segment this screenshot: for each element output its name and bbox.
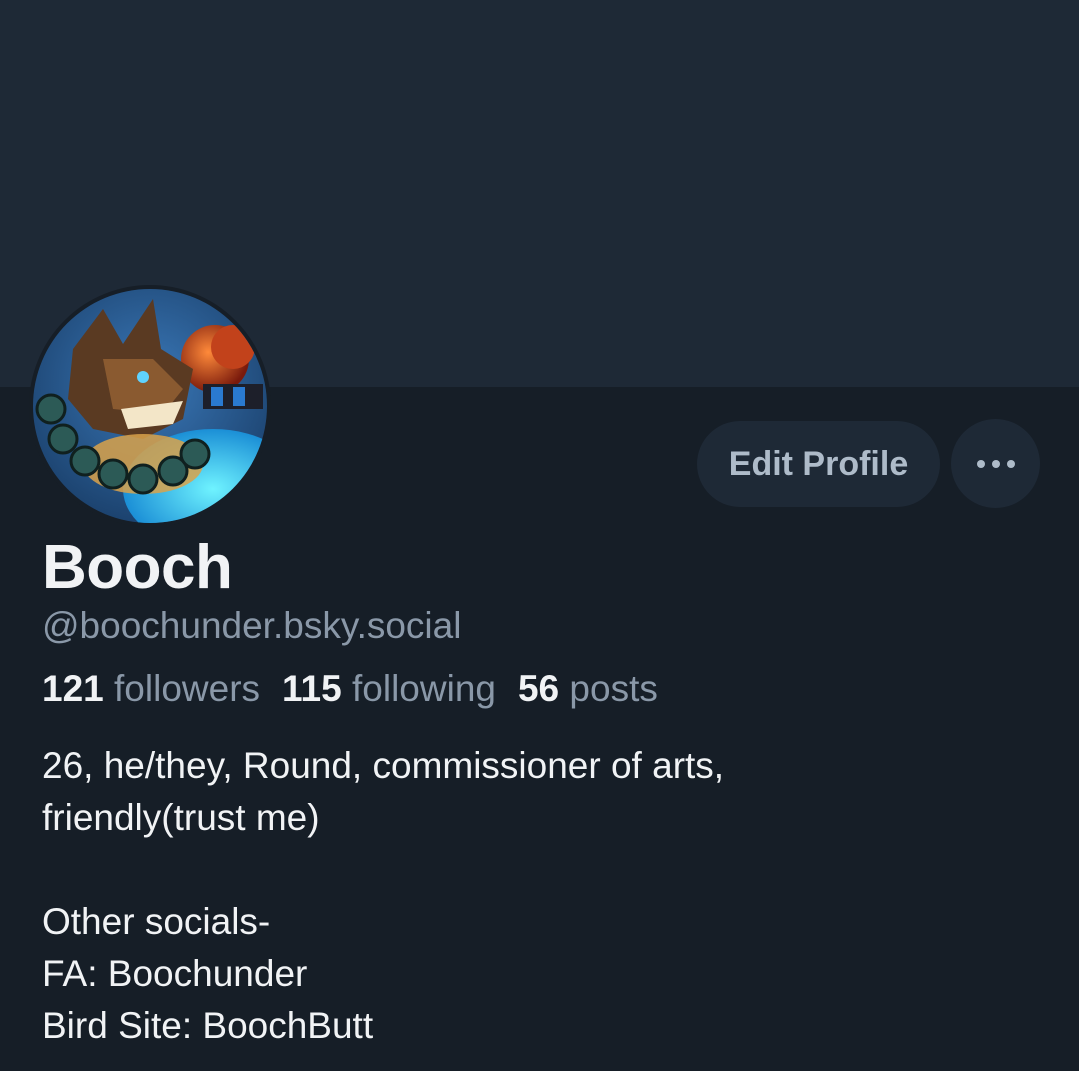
bio-line: Bird Site: BoochButt <box>42 1005 374 1046</box>
followers-label: followers <box>114 668 261 709</box>
edit-profile-button[interactable]: Edit Profile <box>697 421 940 507</box>
followers-stat[interactable]: 121 followers <box>42 668 260 709</box>
profile-stats: 121 followers 115 following 56 posts <box>42 666 658 712</box>
handle[interactable]: @boochunder.bsky.social <box>42 603 461 649</box>
avatar[interactable] <box>29 285 271 527</box>
followers-count: 121 <box>42 668 104 709</box>
more-options-button[interactable] <box>951 419 1040 508</box>
bio-line: Other socials- <box>42 901 271 942</box>
following-stat[interactable]: 115 following <box>282 668 496 709</box>
posts-label: posts <box>569 668 658 709</box>
bio-line: 26, he/they, Round, commissioner of arts… <box>42 745 725 786</box>
ellipsis-dot <box>1006 459 1015 468</box>
following-label: following <box>352 668 496 709</box>
ellipsis-dot <box>976 459 985 468</box>
profile-page: Edit Profile Booch @boochunder.bsky.soci… <box>0 0 1079 1071</box>
avatar-image <box>33 289 267 523</box>
ellipsis-icon <box>976 459 1015 468</box>
profile-bio: 26, he/they, Round, commissioner of arts… <box>42 740 1042 1052</box>
bio-line: FA: Boochunder <box>42 953 308 994</box>
bio-line: friendly(trust me) <box>42 797 320 838</box>
ellipsis-dot <box>991 459 1000 468</box>
following-count: 115 <box>282 668 342 709</box>
posts-count: 56 <box>517 668 560 709</box>
display-name: Booch <box>42 533 233 602</box>
edit-profile-label: Edit Profile <box>728 444 909 483</box>
posts-stat: 56 posts <box>518 668 658 709</box>
